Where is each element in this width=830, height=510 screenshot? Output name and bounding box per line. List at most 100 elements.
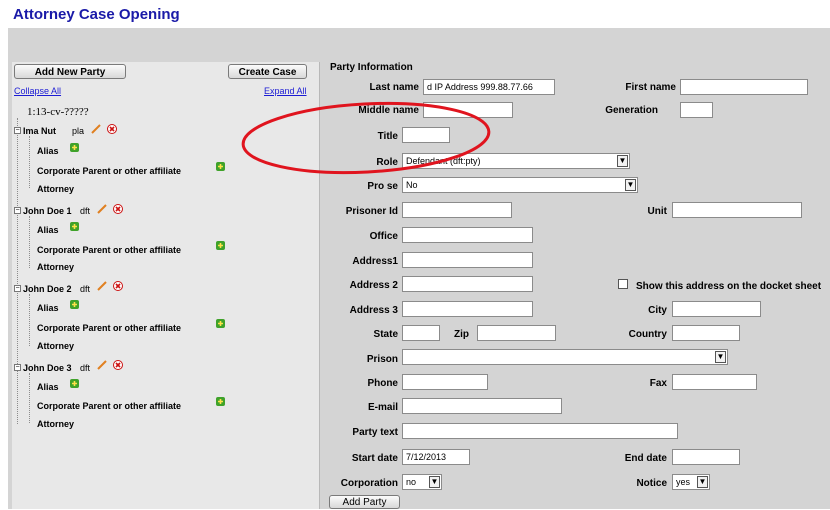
collapse-all-link[interactable]: Collapse All	[14, 86, 61, 96]
first-name-input[interactable]	[680, 79, 808, 95]
notice-select[interactable]: yes ▼	[672, 474, 710, 490]
zip-input[interactable]	[477, 325, 556, 341]
email-input[interactable]	[402, 398, 562, 414]
plus-green-icon[interactable]	[216, 397, 225, 406]
add-new-party-button[interactable]: Add New Party	[14, 64, 126, 79]
address2-label: Address 2	[349, 280, 398, 291]
tree-minus-icon[interactable]: −	[14, 364, 21, 371]
alias-node[interactable]: Alias	[37, 303, 59, 313]
prison-select[interactable]: ▼	[402, 349, 728, 365]
chevron-down-icon[interactable]: ▼	[625, 179, 636, 191]
corporation-label: Corporation	[340, 478, 398, 489]
attorney-node[interactable]: Attorney	[37, 419, 74, 429]
party-name[interactable]: Ima Nut	[23, 126, 56, 136]
corporation-select[interactable]: no ▼	[402, 474, 442, 490]
delete-x-icon[interactable]	[113, 281, 123, 291]
party-role: dft	[80, 363, 91, 373]
corporate-parent-node[interactable]: Corporate Parent or other affiliate	[37, 245, 181, 255]
alias-node[interactable]: Alias	[37, 382, 59, 392]
delete-x-icon[interactable]	[113, 204, 123, 214]
phone-label: Phone	[367, 378, 398, 389]
plus-green-icon[interactable]	[216, 162, 225, 171]
chevron-down-icon[interactable]: ▼	[697, 476, 708, 488]
pencil-icon[interactable]	[90, 124, 102, 134]
attorney-node[interactable]: Attorney	[37, 341, 74, 351]
party-name[interactable]: John Doe 3	[23, 363, 72, 373]
expand-all-link[interactable]: Expand All	[264, 86, 307, 96]
party-text-input[interactable]	[402, 423, 678, 439]
last-name-input[interactable]: d IP Address 999.88.77.66	[423, 79, 555, 95]
page-title: Attorney Case Opening	[13, 6, 180, 23]
end-date-input[interactable]	[672, 449, 740, 465]
party-text-label: Party text	[352, 427, 398, 438]
alias-node[interactable]: Alias	[37, 225, 59, 235]
fax-input[interactable]	[672, 374, 757, 390]
tree-line	[29, 136, 30, 188]
pro-se-select-value: No	[406, 180, 418, 190]
fax-label: Fax	[649, 378, 667, 389]
alias-node[interactable]: Alias	[37, 146, 59, 156]
plus-green-icon[interactable]	[216, 319, 225, 328]
section-title: Party Information	[330, 62, 413, 73]
corporate-parent-node[interactable]: Corporate Parent or other affiliate	[37, 323, 181, 333]
prisoner-id-input[interactable]	[402, 202, 512, 218]
pro-se-label: Pro se	[367, 181, 398, 192]
phone-input[interactable]	[402, 374, 488, 390]
address1-input[interactable]	[402, 252, 533, 268]
office-label: Office	[369, 231, 398, 242]
case-number: 1:13-cv-?????	[27, 106, 89, 118]
office-input[interactable]	[402, 227, 533, 243]
party-role: pla	[72, 126, 85, 136]
country-input[interactable]	[672, 325, 740, 341]
add-party-button[interactable]: Add Party	[329, 495, 400, 509]
generation-input[interactable]	[680, 102, 713, 118]
tree-line	[29, 373, 30, 423]
pencil-icon[interactable]	[96, 281, 108, 291]
address3-input[interactable]	[402, 301, 533, 317]
plus-green-icon[interactable]	[70, 143, 79, 152]
party-role: dft	[80, 284, 91, 294]
state-input[interactable]	[402, 325, 440, 341]
chevron-down-icon[interactable]: ▼	[617, 155, 628, 167]
city-input[interactable]	[672, 301, 761, 317]
chevron-down-icon[interactable]: ▼	[715, 351, 726, 363]
prison-label: Prison	[366, 354, 398, 365]
highlight-ellipse	[241, 101, 491, 175]
plus-green-icon[interactable]	[70, 379, 79, 388]
last-name-label: Last name	[369, 82, 419, 93]
party-name[interactable]: John Doe 1	[23, 206, 72, 216]
address2-input[interactable]	[402, 276, 533, 292]
party-name[interactable]: John Doe 2	[23, 284, 72, 294]
plus-green-icon[interactable]	[216, 241, 225, 250]
state-label: State	[373, 329, 398, 340]
show-address-checkbox[interactable]	[618, 279, 628, 289]
delete-x-icon[interactable]	[107, 124, 117, 134]
prisoner-id-label: Prisoner Id	[345, 206, 398, 217]
plus-green-icon[interactable]	[70, 222, 79, 231]
end-date-label: End date	[624, 453, 667, 464]
unit-input[interactable]	[672, 202, 802, 218]
tree-minus-icon[interactable]: −	[14, 127, 21, 134]
pencil-icon[interactable]	[96, 360, 108, 370]
tree-minus-icon[interactable]: −	[14, 207, 21, 214]
tree-line	[29, 294, 30, 346]
delete-x-icon[interactable]	[113, 360, 123, 370]
address3-label: Address 3	[349, 305, 398, 316]
country-label: Country	[628, 329, 667, 340]
chevron-down-icon[interactable]: ▼	[429, 476, 440, 488]
corporate-parent-node[interactable]: Corporate Parent or other affiliate	[37, 166, 181, 176]
tree-minus-icon[interactable]: −	[14, 285, 21, 292]
pro-se-select[interactable]: No ▼	[402, 177, 638, 193]
plus-green-icon[interactable]	[70, 300, 79, 309]
corporation-select-value: no	[406, 477, 417, 487]
tree-line	[29, 216, 30, 268]
email-label: E-mail	[367, 402, 398, 413]
corporate-parent-node[interactable]: Corporate Parent or other affiliate	[37, 401, 181, 411]
city-label: City	[648, 305, 667, 316]
attorney-node[interactable]: Attorney	[37, 262, 74, 272]
show-address-label: Show this address on the docket sheet	[636, 281, 822, 292]
pencil-icon[interactable]	[96, 204, 108, 214]
attorney-node[interactable]: Attorney	[37, 184, 74, 194]
start-date-input[interactable]: 7/12/2013	[402, 449, 470, 465]
create-case-button[interactable]: Create Case	[228, 64, 307, 79]
